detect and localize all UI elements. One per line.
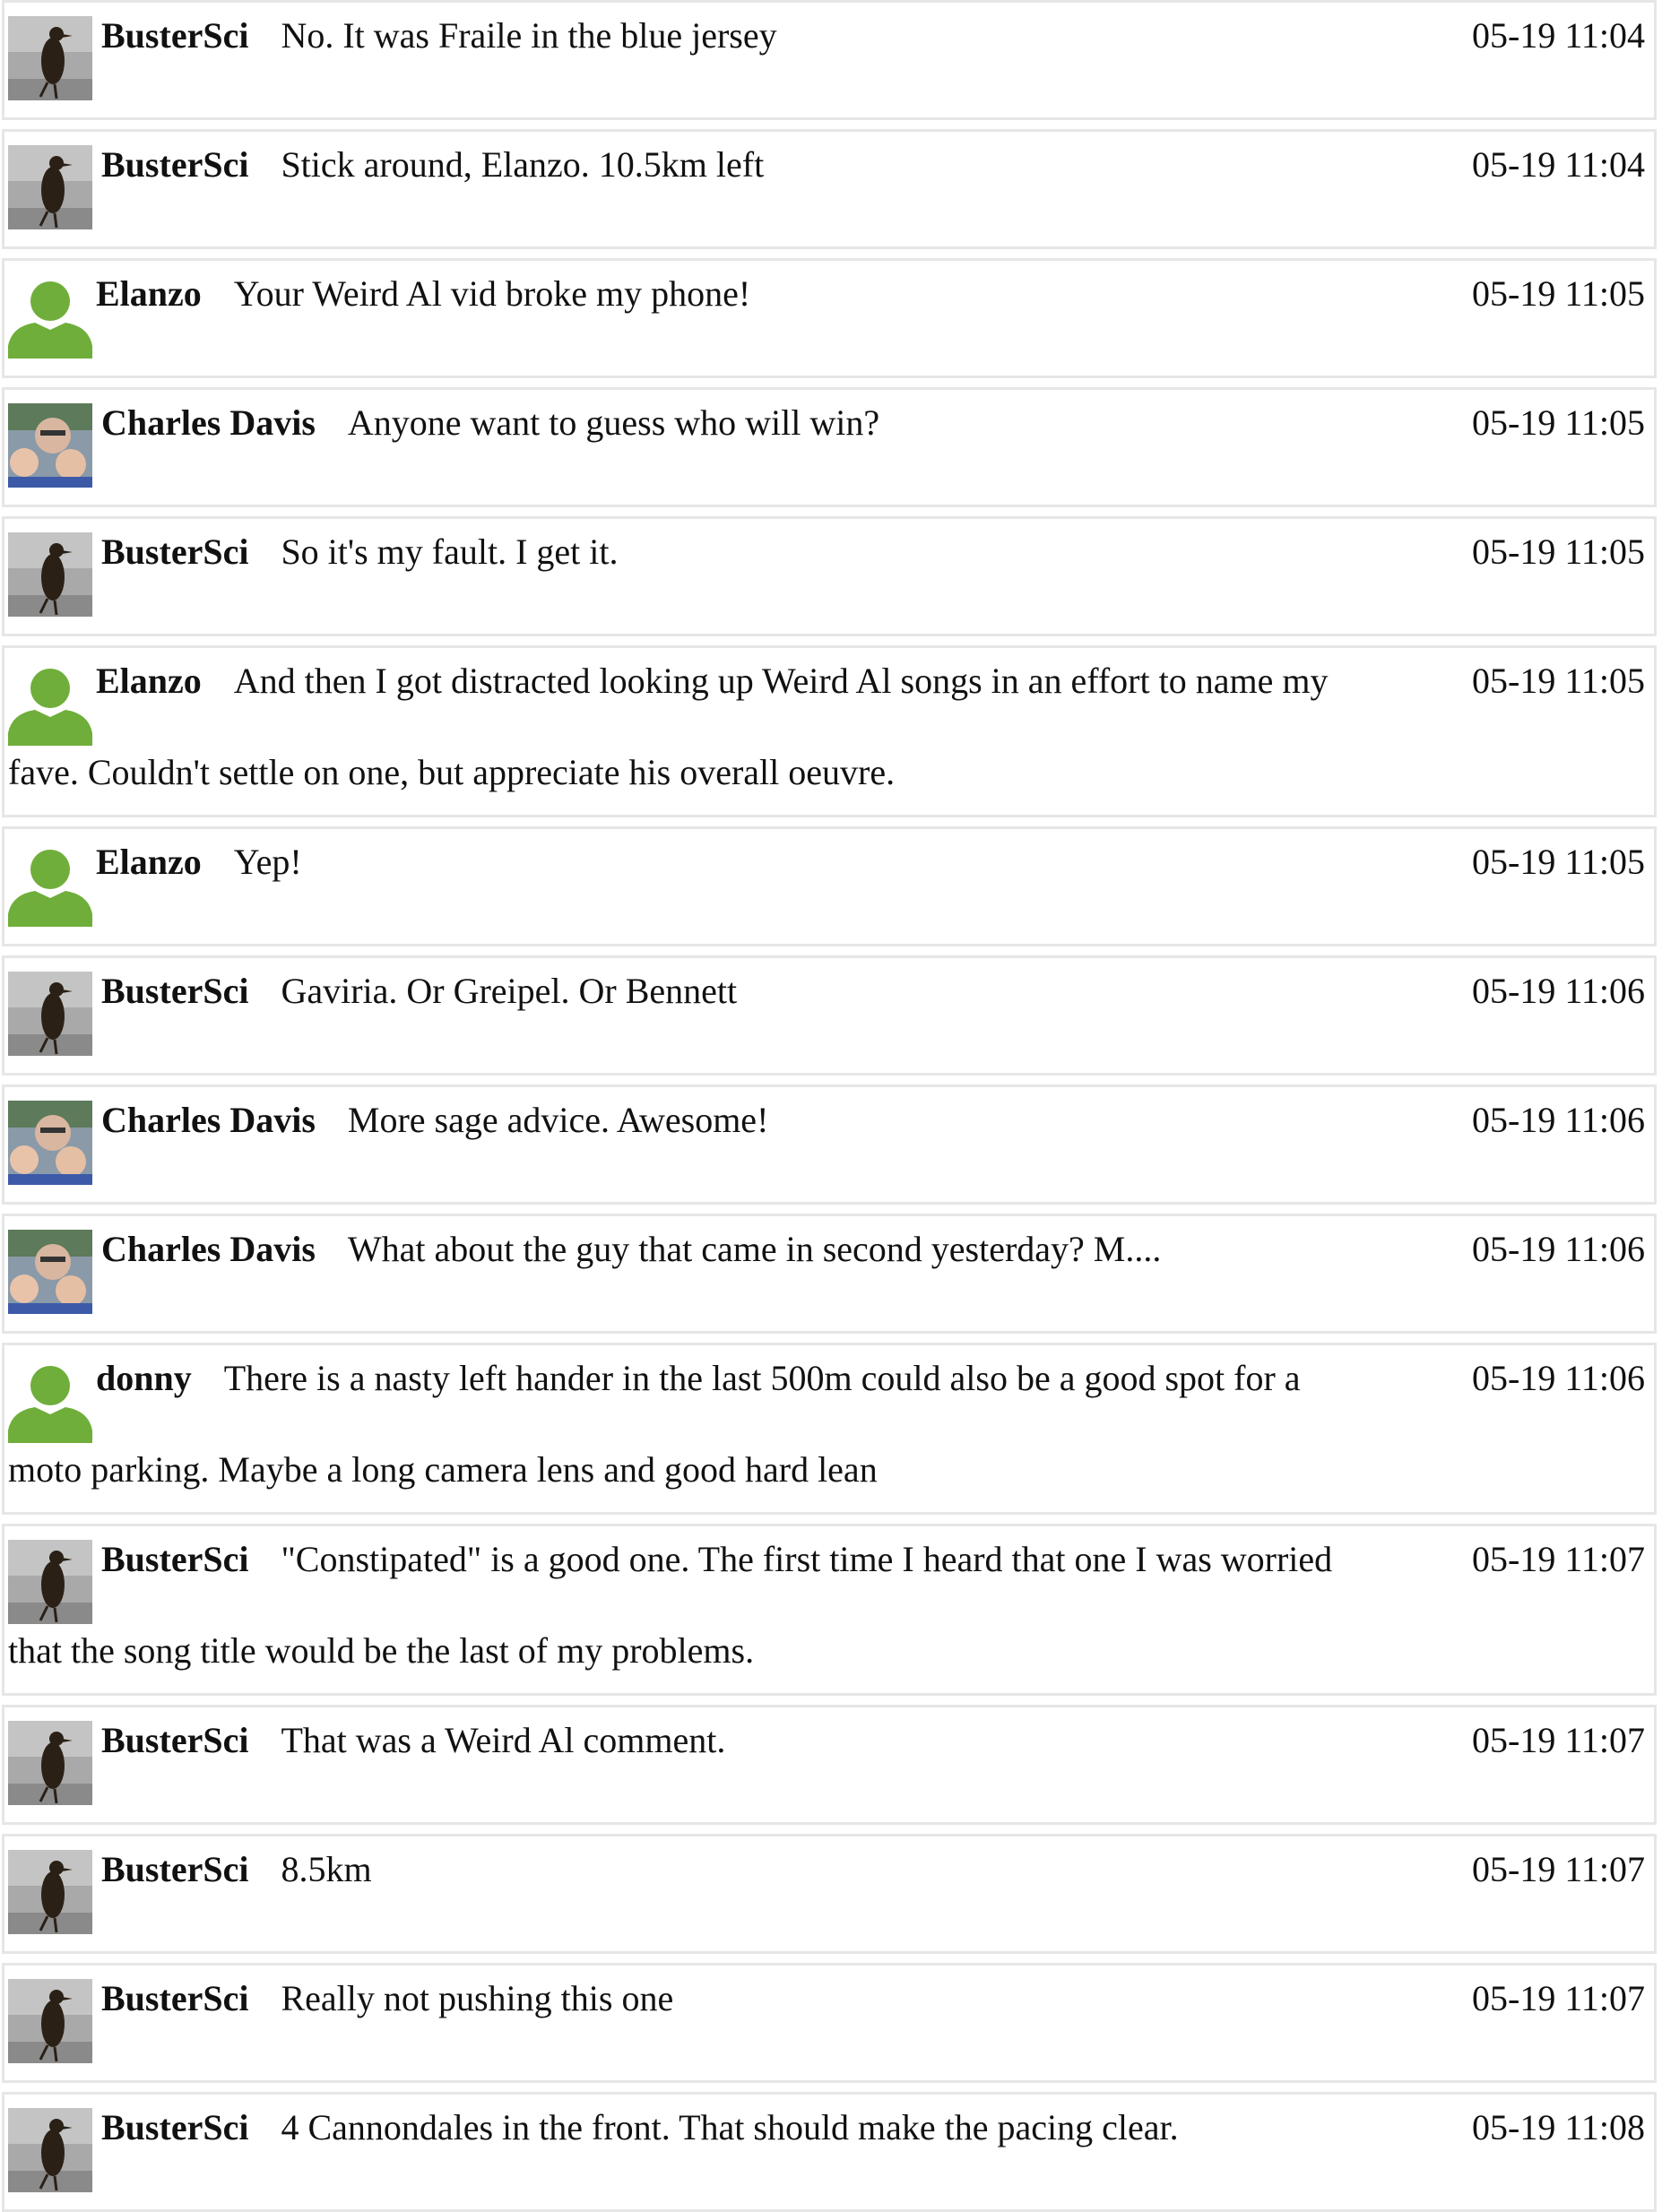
comment-timestamp: 05-19 11:07	[1472, 1720, 1645, 1760]
comment-text: Yep!	[233, 842, 302, 882]
comment-row: Charles Davis What about the guy that cam…	[2, 1214, 1657, 1334]
family-photo-avatar-icon	[8, 403, 92, 488]
penguin-avatar-icon	[8, 1721, 92, 1805]
comment-line: BusterSci Gaviria. Or Greipel. Or Bennett	[101, 971, 737, 1012]
comment-row: donny There is a nasty left hander in the…	[2, 1343, 1657, 1515]
comment-timestamp: 05-19 11:06	[1472, 1229, 1645, 1269]
comment-timestamp: 05-19 11:07	[1472, 1849, 1645, 1889]
penguin-avatar-icon	[8, 145, 92, 229]
comment-author[interactable]: Charles Davis	[101, 402, 316, 443]
comment-timestamp: 05-19 11:06	[1472, 971, 1645, 1011]
comment-author[interactable]: Elanzo	[96, 661, 202, 701]
comment-timestamp: 05-19 11:05	[1472, 661, 1645, 701]
default-user-icon	[8, 1359, 92, 1443]
comment-author[interactable]: BusterSci	[101, 2107, 248, 2147]
penguin-avatar-icon	[8, 1979, 92, 2063]
comment-text: And then I got distracted looking up Wei…	[233, 661, 1329, 701]
comment-line: Charles Davis Anyone want to guess who wi…	[101, 402, 879, 444]
comment-text: There is a nasty left hander in the last…	[223, 1358, 1301, 1398]
comment-row: BusterSci That was a Weird Al comment. 05…	[2, 1705, 1657, 1825]
comment-line: BusterSci "Constipated" is a good one. Th…	[101, 1539, 1332, 1580]
comment-timestamp: 05-19 11:07	[1472, 1539, 1645, 1579]
comment-line: BusterSci 8.5km	[101, 1849, 372, 1890]
comment-timestamp: 05-19 11:04	[1472, 144, 1645, 185]
comment-text: So it's my fault. I get it.	[281, 531, 619, 572]
comment-author[interactable]: BusterSci	[101, 15, 248, 56]
comment-author[interactable]: BusterSci	[101, 144, 248, 185]
comment-line: BusterSci Stick around, Elanzo. 10.5km le…	[101, 144, 764, 186]
comment-timestamp: 05-19 11:05	[1472, 531, 1645, 572]
comment-row: Elanzo And then I got distracted looking …	[2, 645, 1657, 817]
comment-row: Charles Davis More sage advice. Awesome! …	[2, 1084, 1657, 1205]
comment-text: Really not pushing this one	[281, 1978, 674, 2018]
penguin-avatar-icon	[8, 2108, 92, 2192]
comment-text-continued: fave. Couldn't settle on one, but apprec…	[8, 752, 896, 792]
comment-timestamp: 05-19 11:05	[1472, 402, 1645, 443]
comment-text: Stick around, Elanzo. 10.5km left	[281, 144, 765, 185]
comment-text: What about the guy that came in second y…	[347, 1229, 1162, 1269]
comment-line: BusterSci 4 Cannondales in the front. Tha…	[101, 2107, 1179, 2148]
comment-line: BusterSci Really not pushing this one	[101, 1978, 673, 2019]
comment-line: Charles Davis What about the guy that cam…	[101, 1229, 1161, 1270]
comment-author[interactable]: BusterSci	[101, 531, 248, 572]
default-user-icon	[8, 661, 92, 746]
comment-row: BusterSci So it's my fault. I get it. 05-…	[2, 516, 1657, 636]
comment-row: BusterSci No. It was Fraile in the blue j…	[2, 0, 1657, 120]
comment-text: Anyone want to guess who will win?	[347, 402, 880, 443]
comment-text-continued: moto parking. Maybe a long camera lens a…	[8, 1449, 878, 1490]
comment-row: BusterSci Stick around, Elanzo. 10.5km le…	[2, 129, 1657, 249]
comment-text: Gaviria. Or Greipel. Or Bennett	[281, 971, 738, 1011]
comment-line: BusterSci So it's my fault. I get it.	[101, 531, 619, 573]
penguin-avatar-icon	[8, 16, 92, 100]
comment-text: Your Weird Al vid broke my phone!	[233, 273, 751, 314]
comment-author[interactable]: BusterSci	[101, 971, 248, 1011]
default-user-icon	[8, 274, 92, 359]
comment-author[interactable]: BusterSci	[101, 1539, 248, 1579]
comment-row: BusterSci 8.5km 05-19 11:07	[2, 1834, 1657, 1954]
comment-row: BusterSci Gaviria. Or Greipel. Or Bennett…	[2, 955, 1657, 1076]
comment-timestamp: 05-19 11:07	[1472, 1978, 1645, 2018]
comment-row: Elanzo Yep! 05-19 11:05	[2, 826, 1657, 946]
comment-line: donny There is a nasty left hander in the…	[96, 1358, 1301, 1399]
comment-text: 8.5km	[281, 1849, 372, 1889]
comment-line: Elanzo Your Weird Al vid broke my phone!	[96, 273, 750, 315]
penguin-avatar-icon	[8, 1540, 92, 1624]
comment-text: More sage advice. Awesome!	[347, 1100, 769, 1140]
penguin-avatar-icon	[8, 532, 92, 617]
comment-author[interactable]: BusterSci	[101, 1720, 248, 1760]
comment-row: BusterSci Really not pushing this one 05-…	[2, 1963, 1657, 2083]
comment-row: Charles Davis Anyone want to guess who wi…	[2, 387, 1657, 507]
comment-author[interactable]: BusterSci	[101, 1978, 248, 2018]
default-user-icon	[8, 842, 92, 927]
comment-text: No. It was Fraile in the blue jersey	[281, 15, 777, 56]
comment-line: Elanzo And then I got distracted looking …	[96, 661, 1328, 702]
comment-text: That was a Weird Al comment.	[281, 1720, 726, 1760]
comment-text: "Constipated" is a good one. The first t…	[281, 1539, 1333, 1579]
comment-timestamp: 05-19 11:06	[1472, 1358, 1645, 1398]
comment-row: BusterSci 4 Cannondales in the front. Tha…	[2, 2092, 1657, 2212]
comment-author[interactable]: Elanzo	[96, 842, 202, 882]
comment-author[interactable]: Charles Davis	[101, 1100, 316, 1140]
penguin-avatar-icon	[8, 1850, 92, 1934]
comment-timestamp: 05-19 11:05	[1472, 273, 1645, 314]
comment-line: BusterSci No. It was Fraile in the blue j…	[101, 15, 777, 56]
comment-text-continued: that the song title would be the last of…	[8, 1630, 755, 1671]
comment-author[interactable]: BusterSci	[101, 1849, 248, 1889]
comment-row: BusterSci "Constipated" is a good one. Th…	[2, 1524, 1657, 1696]
comment-timestamp: 05-19 11:08	[1472, 2107, 1645, 2147]
comment-line: BusterSci That was a Weird Al comment.	[101, 1720, 725, 1761]
penguin-avatar-icon	[8, 972, 92, 1056]
family-photo-avatar-icon	[8, 1230, 92, 1314]
comment-text: 4 Cannondales in the front. That should …	[281, 2107, 1179, 2147]
comment-timestamp: 05-19 11:04	[1472, 15, 1645, 56]
comment-row: Elanzo Your Weird Al vid broke my phone! …	[2, 258, 1657, 378]
comment-line: Elanzo Yep!	[96, 842, 302, 883]
comment-timestamp: 05-19 11:05	[1472, 842, 1645, 882]
comment-line: Charles Davis More sage advice. Awesome!	[101, 1100, 768, 1141]
comment-timestamp: 05-19 11:06	[1472, 1100, 1645, 1140]
family-photo-avatar-icon	[8, 1101, 92, 1185]
comment-author[interactable]: Charles Davis	[101, 1229, 316, 1269]
comment-author[interactable]: Elanzo	[96, 273, 202, 314]
comment-author[interactable]: donny	[96, 1358, 192, 1398]
